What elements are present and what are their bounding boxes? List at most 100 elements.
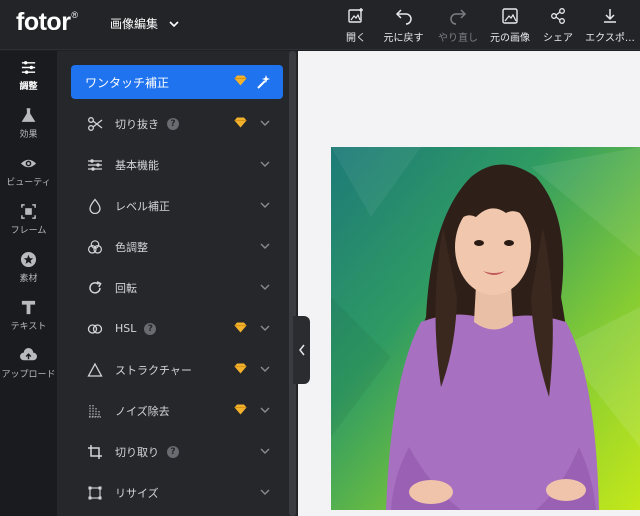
premium-gem-icon xyxy=(234,117,247,128)
premium-gem-icon xyxy=(234,363,247,374)
chevron-down-icon xyxy=(260,325,270,331)
crop-icon xyxy=(88,444,102,459)
color-circles-icon xyxy=(88,239,103,254)
panel-collapse-toggle[interactable] xyxy=(293,316,310,384)
nav-upload-label: アップロード xyxy=(1,369,56,380)
panel-item-hsl[interactable]: HSL ? xyxy=(71,308,283,349)
undo-icon xyxy=(395,9,412,25)
help-icon[interactable]: ? xyxy=(167,445,179,458)
chevron-down-icon xyxy=(260,161,270,167)
star-icon xyxy=(20,251,37,267)
edit-mode-label: 画像編集 xyxy=(110,17,159,31)
redo-icon xyxy=(450,9,467,25)
sliders-icon xyxy=(21,60,36,74)
adjust-panel: ワンタッチ補正 切り抜き ? 基本機能 レベル補正 色調整 回転 HSL ? ス… xyxy=(57,51,297,516)
open-label: 開く xyxy=(346,33,366,44)
open-button[interactable]: 開く xyxy=(337,0,375,50)
chevron-left-icon xyxy=(298,344,305,356)
portrait-image xyxy=(331,147,640,510)
eye-icon xyxy=(20,159,37,167)
upload-icon xyxy=(20,347,37,360)
share-icon xyxy=(551,8,565,24)
panel-item-levels-label: レベル補正 xyxy=(115,199,170,213)
redo-label: やり直し xyxy=(438,33,478,44)
original-image-icon xyxy=(502,8,518,24)
one-touch-enhance-button[interactable]: ワンタッチ補正 xyxy=(71,65,283,99)
one-touch-enhance-label: ワンタッチ補正 xyxy=(85,75,170,90)
flask-icon xyxy=(21,107,36,122)
chevron-down-icon xyxy=(169,20,179,27)
nav-text-label: テキスト xyxy=(10,321,47,332)
panel-scrollbar[interactable] xyxy=(289,51,296,516)
share-button[interactable]: シェア xyxy=(536,0,580,50)
help-icon[interactable]: ? xyxy=(144,322,157,335)
panel-item-cutout-label: 切り抜き xyxy=(115,117,159,131)
noise-icon xyxy=(89,404,101,417)
hsl-icon xyxy=(87,323,103,334)
download-icon xyxy=(604,9,616,23)
panel-item-hsl-label: HSL xyxy=(115,322,137,335)
export-label: エクスポ… xyxy=(585,33,635,44)
premium-gem-icon xyxy=(234,404,247,415)
frame-icon xyxy=(21,203,36,219)
panel-item-resize[interactable]: リサイズ xyxy=(71,472,283,513)
text-icon xyxy=(21,300,36,314)
panel-item-structure[interactable]: ストラクチャー xyxy=(71,349,283,390)
premium-gem-icon xyxy=(234,75,247,86)
panel-item-color-label: 色調整 xyxy=(115,240,148,254)
fotor-logo[interactable]: fotor® xyxy=(16,8,78,37)
chevron-down-icon xyxy=(260,489,270,495)
nav-adjust[interactable]: 調整 xyxy=(0,51,57,99)
panel-item-cutout[interactable]: 切り抜き ? xyxy=(71,103,283,144)
nav-text[interactable]: テキスト xyxy=(0,291,57,339)
edit-mode-dropdown[interactable]: 画像編集 xyxy=(110,15,180,32)
nav-effects-label: 効果 xyxy=(19,129,38,140)
triangle-icon xyxy=(87,362,103,377)
nav-beauty-label: ビューティ xyxy=(6,177,51,188)
panel-item-structure-label: ストラクチャー xyxy=(115,363,192,377)
undo-button[interactable]: 元に戻す xyxy=(375,0,432,50)
panel-item-basic[interactable]: 基本機能 xyxy=(71,144,283,185)
original-image-button[interactable]: 元の画像 xyxy=(484,0,536,50)
panel-item-levels[interactable]: レベル補正 xyxy=(71,185,283,226)
chevron-down-icon xyxy=(260,202,270,208)
undo-label: 元に戻す xyxy=(383,33,424,44)
resize-icon xyxy=(88,486,102,499)
nav-adjust-label: 調整 xyxy=(19,81,38,92)
panel-item-resize-label: リサイズ xyxy=(115,486,159,500)
premium-gem-icon xyxy=(234,322,247,333)
panel-item-crop-label: 切り取り xyxy=(115,445,159,459)
chevron-down-icon xyxy=(260,407,270,413)
panel-item-basic-label: 基本機能 xyxy=(115,158,159,172)
panel-item-rotate-label: 回転 xyxy=(115,281,137,295)
nav-frame-label: フレーム xyxy=(10,225,47,236)
share-label: シェア xyxy=(543,33,573,44)
panel-item-rotate[interactable]: 回転 xyxy=(71,267,283,308)
nav-frame[interactable]: フレーム xyxy=(0,195,57,243)
scissors-icon xyxy=(88,116,103,131)
nav-upload[interactable]: アップロード xyxy=(0,339,57,387)
nav-elements-label: 素材 xyxy=(19,273,38,284)
panel-item-denoise-label: ノイズ除去 xyxy=(115,404,170,418)
nav-beauty[interactable]: ビューティ xyxy=(0,147,57,195)
chevron-down-icon xyxy=(260,284,270,290)
left-nav: 調整 効果 ビューティ フレーム 素材 テキスト アップロード xyxy=(0,51,57,516)
redo-button[interactable]: やり直し xyxy=(432,0,484,50)
export-button[interactable]: エクスポ… xyxy=(580,0,640,50)
panel-item-crop[interactable]: 切り取り ? xyxy=(71,431,283,472)
chevron-down-icon xyxy=(260,366,270,372)
original-image-label: 元の画像 xyxy=(490,33,530,44)
help-icon[interactable]: ? xyxy=(167,117,179,130)
top-bar: fotor® 画像編集 開く 元に戻す やり直し 元の画像 シェア エクスポ… xyxy=(0,0,640,50)
toolbar: 開く 元に戻す やり直し 元の画像 シェア エクスポ… xyxy=(337,0,640,50)
panel-item-denoise[interactable]: ノイズ除去 xyxy=(71,390,283,431)
chevron-down-icon xyxy=(260,120,270,126)
nav-elements[interactable]: 素材 xyxy=(0,243,57,291)
sliders-icon xyxy=(88,158,102,171)
nav-effects[interactable]: 効果 xyxy=(0,99,57,147)
panel-item-color[interactable]: 色調整 xyxy=(71,226,283,267)
photo-canvas[interactable] xyxy=(331,147,640,510)
chevron-down-icon xyxy=(260,243,270,249)
drop-icon xyxy=(89,197,101,214)
image-add-icon xyxy=(348,8,363,23)
